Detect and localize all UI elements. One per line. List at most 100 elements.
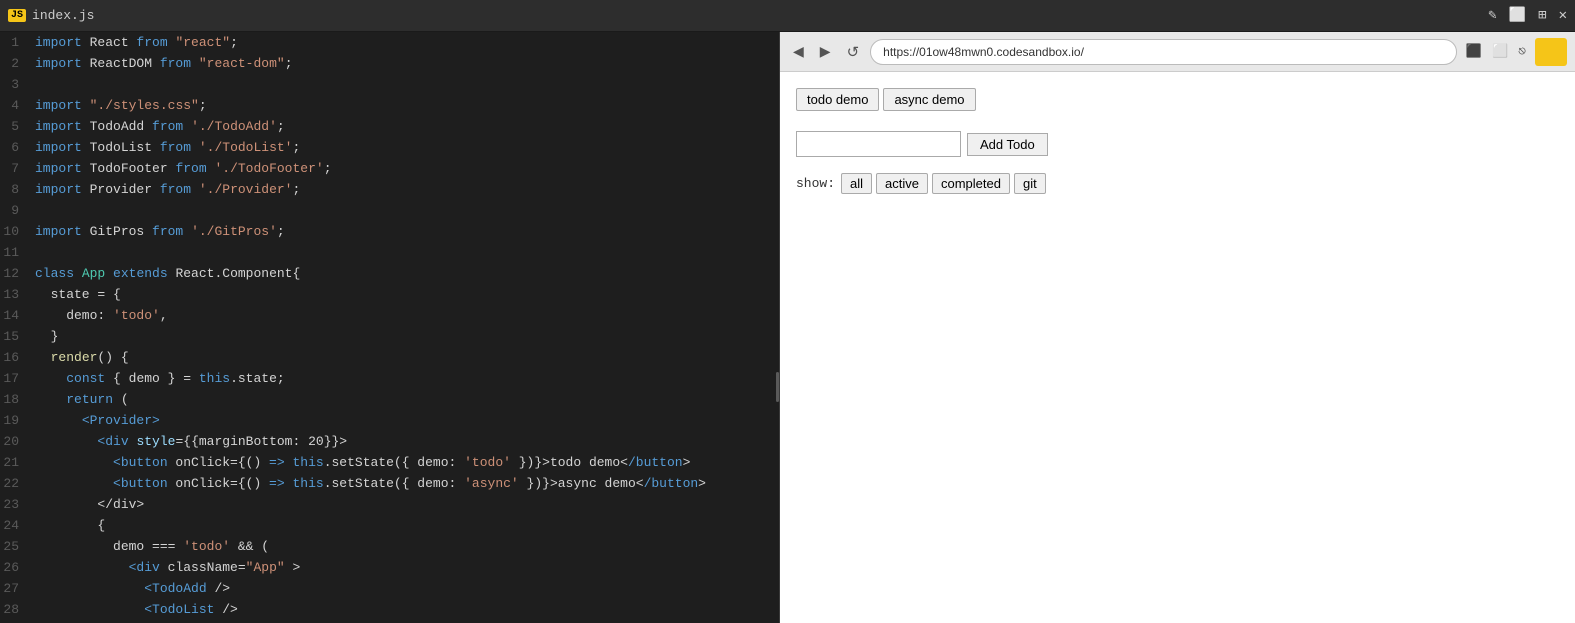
code-line: 26 <div className="App" > [0, 557, 779, 578]
async-demo-button[interactable]: async demo [883, 88, 975, 111]
line-number: 9 [0, 200, 35, 221]
line-content: return ( [35, 389, 779, 410]
code-lines: 1import React from "react"; 2import Reac… [0, 32, 779, 620]
browser-panel: ◀ ▶ ↺ ⬛ ⬜ ⎋ todo demo async demo Add Tod… [780, 32, 1575, 623]
code-line: 27 <TodoAdd /> [0, 578, 779, 599]
split-view-icon[interactable]: ⬜ [1489, 41, 1511, 62]
add-todo-row: Add Todo [796, 131, 1559, 157]
code-line: 23 </div> [0, 494, 779, 515]
line-number: 18 [0, 389, 35, 410]
line-content: import TodoAdd from './TodoAdd'; [35, 116, 779, 137]
line-content: render() { [35, 347, 779, 368]
line-number: 15 [0, 326, 35, 347]
code-line: 9 [0, 200, 779, 221]
line-content: <Provider> [35, 410, 779, 431]
line-content: class App extends React.Component{ [35, 263, 779, 284]
back-button[interactable]: ◀ [788, 41, 809, 62]
tab-title: JS index.js [8, 8, 94, 23]
line-content: import Provider from './Provider'; [35, 179, 779, 200]
line-content: demo: 'todo', [35, 305, 779, 326]
refresh-button[interactable]: ↺ [842, 41, 865, 63]
line-content: demo === 'todo' && ( [35, 536, 779, 557]
line-number: 13 [0, 284, 35, 305]
open-external-icon[interactable]: ⎋ [1515, 41, 1529, 62]
code-line: 6import TodoList from './TodoList'; [0, 137, 779, 158]
code-line: 2import ReactDOM from "react-dom"; [0, 53, 779, 74]
browser-content: todo demo async demo Add Todo show: all … [780, 72, 1575, 623]
line-number: 2 [0, 53, 35, 74]
line-content: state = { [35, 284, 779, 305]
line-content: <button onClick={() => this.setState({ d… [35, 452, 779, 473]
line-content: import GitPros from './GitPros'; [35, 221, 779, 242]
pencil-icon[interactable]: ✎ [1488, 7, 1496, 24]
line-number: 5 [0, 116, 35, 137]
code-line: 13 state = { [0, 284, 779, 305]
code-line: 15 } [0, 326, 779, 347]
scroll-indicator [776, 372, 779, 402]
code-editor: 1import React from "react"; 2import Reac… [0, 32, 780, 623]
line-number: 17 [0, 368, 35, 389]
todo-text-input[interactable] [796, 131, 961, 157]
line-content: import TodoList from './TodoList'; [35, 137, 779, 158]
line-content: import TodoFooter from './TodoFooter'; [35, 158, 779, 179]
line-content: </div> [35, 494, 779, 515]
code-line: 17 const { demo } = this.state; [0, 368, 779, 389]
line-number: 11 [0, 242, 35, 263]
top-bar-icons: ✎ ⬜ ⊞ ✕ [1488, 7, 1567, 24]
split-icon[interactable]: ⊞ [1538, 7, 1546, 24]
line-number: 19 [0, 410, 35, 431]
code-line: 22 <button onClick={() => this.setState(… [0, 473, 779, 494]
demo-buttons-row: todo demo async demo [796, 88, 1559, 111]
line-number: 14 [0, 305, 35, 326]
forward-button[interactable]: ▶ [815, 41, 836, 62]
line-content: const { demo } = this.state; [35, 368, 779, 389]
js-badge: JS [8, 9, 26, 22]
code-line: 8import Provider from './Provider'; [0, 179, 779, 200]
main-layout: 1import React from "react"; 2import Reac… [0, 32, 1575, 623]
filter-all-button[interactable]: all [841, 173, 872, 194]
code-line: 3 [0, 74, 779, 95]
code-line: 25 demo === 'todo' && ( [0, 536, 779, 557]
line-content: <TodoAdd /> [35, 578, 779, 599]
line-number: 23 [0, 494, 35, 515]
code-line: 14 demo: 'todo', [0, 305, 779, 326]
line-number: 21 [0, 452, 35, 473]
line-number: 10 [0, 221, 35, 242]
browser-action-icons: ⬛ ⬜ ⎋ [1463, 41, 1529, 62]
line-number: 6 [0, 137, 35, 158]
line-content: { [35, 515, 779, 536]
codesandbox-logo [1535, 38, 1567, 66]
line-content: import ReactDOM from "react-dom"; [35, 53, 779, 74]
line-number: 4 [0, 95, 35, 116]
add-todo-button[interactable]: Add Todo [967, 133, 1048, 156]
show-filter-row: show: all active completed git [796, 173, 1559, 194]
filter-git-button[interactable]: git [1014, 173, 1046, 194]
code-line: 28 <TodoList /> [0, 599, 779, 620]
filter-completed-button[interactable]: completed [932, 173, 1010, 194]
line-number: 28 [0, 599, 35, 620]
line-content: import "./styles.css"; [35, 95, 779, 116]
line-number: 16 [0, 347, 35, 368]
top-bar: JS index.js ✎ ⬜ ⊞ ✕ [0, 0, 1575, 32]
line-number: 24 [0, 515, 35, 536]
url-bar[interactable] [870, 39, 1457, 65]
code-line: 10import GitPros from './GitPros'; [0, 221, 779, 242]
todo-demo-button[interactable]: todo demo [796, 88, 879, 111]
window-icon[interactable]: ⬜ [1509, 7, 1526, 24]
line-number: 3 [0, 74, 35, 95]
browser-toolbar: ◀ ▶ ↺ ⬛ ⬜ ⎋ [780, 32, 1575, 72]
code-line: 7import TodoFooter from './TodoFooter'; [0, 158, 779, 179]
line-content: } [35, 326, 779, 347]
line-number: 7 [0, 158, 35, 179]
code-line: 11 [0, 242, 779, 263]
filter-active-button[interactable]: active [876, 173, 928, 194]
code-line: 5import TodoAdd from './TodoAdd'; [0, 116, 779, 137]
line-content: <TodoList /> [35, 599, 779, 620]
tablet-icon[interactable]: ⬛ [1463, 41, 1485, 62]
close-icon[interactable]: ✕ [1559, 7, 1567, 24]
line-content: <div className="App" > [35, 557, 779, 578]
line-content: <button onClick={() => this.setState({ d… [35, 473, 779, 494]
code-line: 16 render() { [0, 347, 779, 368]
line-number: 8 [0, 179, 35, 200]
line-number: 12 [0, 263, 35, 284]
